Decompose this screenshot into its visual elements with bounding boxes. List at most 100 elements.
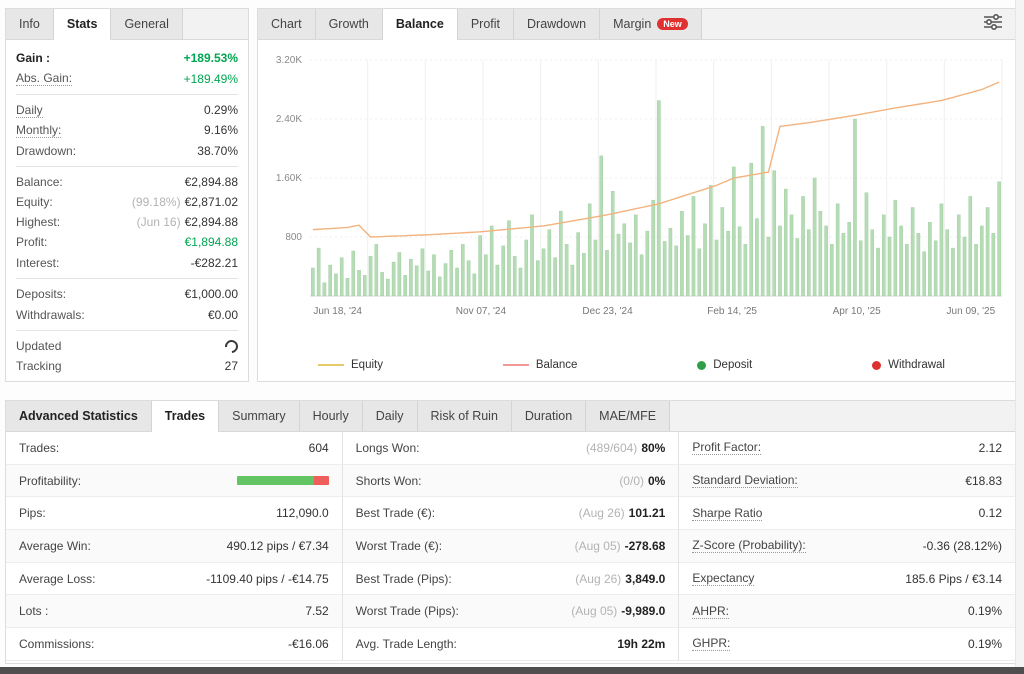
balance-bar[interactable] bbox=[605, 250, 609, 297]
balance-bar[interactable] bbox=[495, 264, 500, 297]
balance-bar[interactable] bbox=[887, 236, 892, 297]
balance-bar[interactable] bbox=[420, 248, 425, 297]
balance-bar[interactable] bbox=[507, 220, 511, 297]
stats-tab-trades[interactable]: Trades bbox=[151, 401, 220, 432]
balance-bar[interactable] bbox=[368, 255, 373, 297]
balance-bar[interactable] bbox=[899, 225, 903, 297]
balance-bar[interactable] bbox=[922, 251, 926, 297]
balance-bar[interactable] bbox=[824, 225, 828, 297]
balance-bar[interactable] bbox=[593, 239, 598, 297]
balance-bar[interactable] bbox=[391, 261, 396, 297]
balance-bar[interactable] bbox=[939, 203, 944, 297]
balance-bar[interactable] bbox=[518, 267, 523, 297]
balance-bar[interactable] bbox=[651, 199, 655, 297]
balance-bar[interactable] bbox=[461, 244, 465, 297]
balance-bar[interactable] bbox=[680, 210, 684, 297]
balance-bar[interactable] bbox=[795, 238, 800, 297]
balance-bar[interactable] bbox=[484, 254, 488, 297]
balance-bar[interactable] bbox=[910, 207, 915, 297]
balance-bar[interactable] bbox=[968, 196, 973, 297]
balance-bar[interactable] bbox=[541, 248, 546, 297]
balance-bar[interactable] bbox=[945, 229, 950, 297]
balance-bar[interactable] bbox=[962, 236, 967, 297]
balance-bar[interactable] bbox=[426, 270, 431, 297]
balance-bar[interactable] bbox=[311, 267, 315, 297]
balance-bar[interactable] bbox=[928, 222, 932, 297]
balance-bar[interactable] bbox=[726, 230, 730, 297]
balance-bar[interactable] bbox=[668, 227, 673, 297]
balance-bar[interactable] bbox=[974, 244, 978, 297]
balance-bar[interactable] bbox=[449, 250, 454, 297]
balance-bar[interactable] bbox=[628, 242, 632, 297]
balance-bar[interactable] bbox=[397, 252, 402, 297]
balance-bar[interactable] bbox=[732, 166, 736, 297]
chart-tab-drawdown[interactable]: Drawdown bbox=[514, 9, 601, 39]
stats-tab-hourly[interactable]: Hourly bbox=[299, 401, 363, 431]
balance-bar[interactable] bbox=[783, 188, 788, 297]
stats-tab-daily[interactable]: Daily bbox=[362, 401, 418, 431]
balance-bar[interactable] bbox=[870, 229, 875, 297]
balance-bar[interactable] bbox=[380, 272, 384, 297]
balance-bar[interactable] bbox=[801, 196, 805, 297]
stats-tab-mae-mfe[interactable]: MAE/MFE bbox=[586, 401, 671, 431]
chart-tab-growth[interactable]: Growth bbox=[315, 9, 383, 39]
page-scrollbar[interactable] bbox=[1015, 0, 1024, 674]
balance-bar[interactable] bbox=[322, 282, 327, 297]
balance-bar[interactable] bbox=[881, 214, 886, 297]
stats-tab-advanced-statistics[interactable]: Advanced Statistics bbox=[6, 401, 152, 431]
balance-bar[interactable] bbox=[876, 247, 880, 297]
balance-bar[interactable] bbox=[564, 244, 569, 297]
balance-bar[interactable] bbox=[409, 258, 413, 297]
chart-tab-margin[interactable]: Margin New bbox=[600, 9, 702, 39]
balance-bar[interactable] bbox=[414, 265, 419, 297]
balance-bar[interactable] bbox=[357, 269, 361, 297]
balance-bar[interactable] bbox=[772, 170, 777, 297]
balance-bar[interactable] bbox=[535, 260, 540, 297]
tab-info[interactable]: Info bbox=[6, 9, 54, 39]
balance-bar[interactable] bbox=[980, 225, 984, 297]
balance-bar[interactable] bbox=[639, 254, 644, 297]
balance-bar[interactable] bbox=[749, 163, 753, 297]
balance-bar[interactable] bbox=[443, 263, 448, 297]
balance-bar[interactable] bbox=[841, 233, 846, 297]
legend-deposit[interactable]: Deposit bbox=[697, 359, 752, 371]
legend-balance[interactable]: Balance bbox=[502, 359, 577, 371]
balance-bar[interactable] bbox=[714, 239, 719, 297]
balance-bar[interactable] bbox=[559, 210, 563, 297]
balance-bar[interactable] bbox=[524, 239, 529, 297]
tab-general[interactable]: General bbox=[111, 9, 183, 39]
balance-bar[interactable] bbox=[708, 185, 713, 297]
balance-bar[interactable] bbox=[893, 199, 898, 297]
balance-bar[interactable] bbox=[951, 247, 955, 297]
balance-bar[interactable] bbox=[582, 253, 586, 297]
balance-bar[interactable] bbox=[316, 247, 321, 297]
balance-bar[interactable] bbox=[512, 255, 517, 297]
chart-tab-balance[interactable]: Balance bbox=[382, 9, 458, 40]
balance-bar[interactable] bbox=[599, 155, 604, 297]
balance-bar[interactable] bbox=[835, 203, 840, 297]
balance-bar[interactable] bbox=[634, 214, 638, 297]
balance-bar[interactable] bbox=[403, 275, 407, 297]
balance-bar[interactable] bbox=[674, 245, 678, 297]
balance-bar[interactable] bbox=[645, 230, 650, 297]
balance-bar[interactable] bbox=[991, 233, 996, 297]
balance-bar[interactable] bbox=[362, 275, 367, 297]
balance-bar[interactable] bbox=[547, 229, 552, 297]
balance-bar[interactable] bbox=[997, 181, 1001, 297]
chart-tab-chart[interactable]: Chart bbox=[258, 9, 316, 39]
balance-bar[interactable] bbox=[847, 222, 851, 297]
balance-bar[interactable] bbox=[760, 126, 765, 297]
balance-bar[interactable] bbox=[622, 223, 627, 297]
balance-bar[interactable] bbox=[933, 240, 938, 297]
balance-bar[interactable] bbox=[472, 273, 477, 297]
filter-settings-icon[interactable] bbox=[983, 13, 1003, 35]
balance-bar[interactable] bbox=[916, 233, 921, 297]
balance-bar[interactable] bbox=[830, 244, 834, 297]
balance-bar[interactable] bbox=[905, 244, 909, 297]
balance-bar[interactable] bbox=[455, 267, 459, 297]
chart-tab-profit[interactable]: Profit bbox=[457, 9, 515, 39]
balance-bar[interactable] bbox=[610, 191, 615, 297]
legend-withdrawal[interactable]: Withdrawal bbox=[872, 359, 945, 371]
balance-bar[interactable] bbox=[812, 177, 817, 297]
stats-tab-summary[interactable]: Summary bbox=[219, 401, 300, 431]
